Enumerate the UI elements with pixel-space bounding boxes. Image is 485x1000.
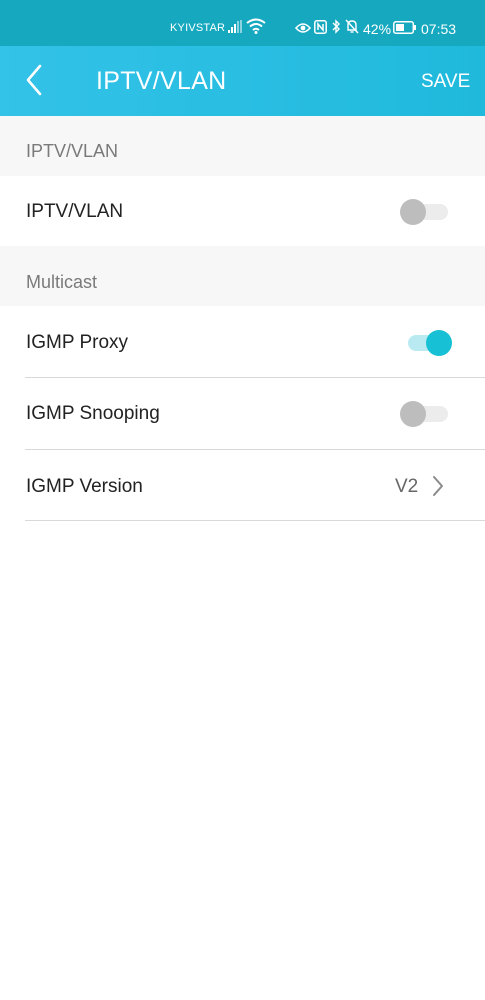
igmp-version-value: V2 (395, 476, 419, 497)
save-button[interactable]: SAVE (421, 71, 470, 93)
page-title: IPTV/VLAN (96, 67, 227, 95)
back-button[interactable] (22, 62, 50, 100)
section-header-label: Multicast (26, 272, 98, 292)
eye-icon (294, 21, 312, 39)
battery-icon (393, 21, 417, 39)
row-igmp-snooping: IGMP Snooping (0, 378, 485, 450)
igmp-proxy-toggle[interactable] (404, 328, 452, 356)
battery-percent: 42% (363, 21, 392, 37)
section-header-label: IPTV/VLAN (26, 141, 119, 161)
toggle-knob (400, 401, 426, 427)
nfc-icon (314, 20, 327, 39)
wifi-icon (246, 18, 266, 39)
status-bar: KYIVSTAR 42% 07:53 (0, 0, 485, 46)
row-iptv-vlan: IPTV/VLAN (0, 176, 485, 246)
signal-icon (228, 20, 242, 38)
section-header-iptv: IPTV/VLAN (0, 116, 485, 176)
clock: 07:53 (421, 21, 457, 37)
row-igmp-version[interactable]: IGMP Version V2 (0, 450, 485, 522)
bluetooth-icon (331, 19, 341, 39)
section-header-multicast: Multicast (0, 246, 485, 306)
igmp-snooping-toggle[interactable] (400, 399, 448, 427)
app-header: KYIVSTAR 42% 07:53 IPTV/VLAN SAVE (0, 0, 485, 116)
carrier-name: KYIVSTAR (170, 22, 226, 34)
row-label: IGMP Version (26, 476, 143, 497)
toggle-knob (426, 330, 452, 356)
chevron-left-icon (26, 64, 42, 96)
row-label: IGMP Proxy (26, 332, 129, 353)
toggle-knob (400, 199, 426, 225)
chevron-right-icon (431, 474, 445, 503)
divider (25, 520, 485, 521)
row-igmp-proxy: IGMP Proxy (0, 306, 485, 378)
row-label: IGMP Snooping (26, 403, 160, 424)
row-label: IPTV/VLAN (26, 201, 124, 222)
iptv-vlan-toggle[interactable] (400, 197, 448, 225)
muted-bell-icon (345, 19, 359, 39)
